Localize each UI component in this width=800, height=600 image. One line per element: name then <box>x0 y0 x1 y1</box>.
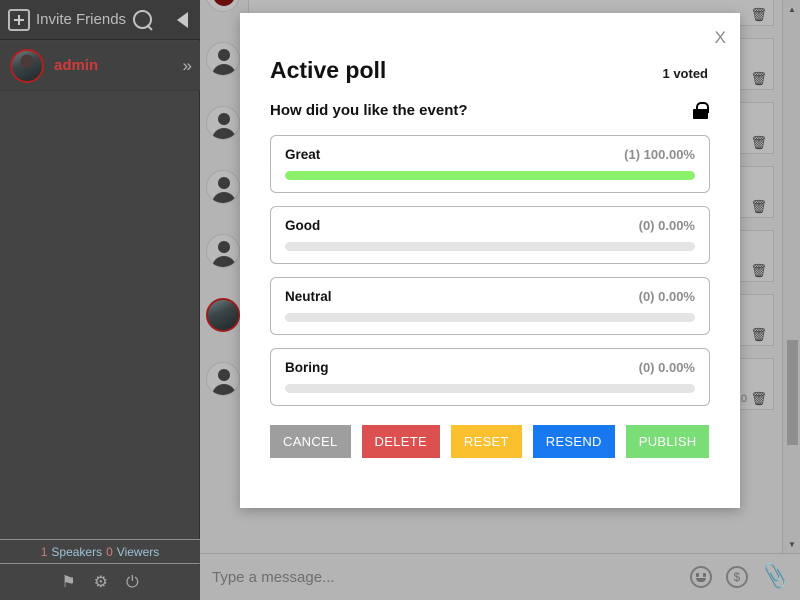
page-title: Active poll <box>270 57 386 84</box>
avatar <box>206 234 240 268</box>
poll-option-track <box>285 313 695 322</box>
power-icon[interactable]: ⏻ <box>126 575 139 591</box>
plus-square-icon[interactable] <box>8 9 30 31</box>
avatar <box>10 49 44 83</box>
poll-option-result: (1) 100.00% <box>624 147 695 162</box>
poll-option-track <box>285 171 695 180</box>
scrollbar[interactable]: ▲ ▼ <box>782 0 800 553</box>
dollar-circle-icon[interactable]: $ <box>726 566 748 588</box>
poll-option-track <box>285 384 695 393</box>
search-input[interactable] <box>212 569 676 586</box>
vote-count-badge: 1 voted <box>662 66 708 81</box>
user-name: admin <box>54 57 98 74</box>
dialog-titlebar: Active poll 1 voted <box>240 13 740 84</box>
poll-option[interactable]: Boring (0) 0.00% <box>270 348 710 406</box>
reset-button[interactable]: RESET <box>451 425 522 458</box>
avatar <box>206 298 240 332</box>
delete-button[interactable]: DELETE <box>362 425 440 458</box>
poll-option-label: Boring <box>285 360 329 375</box>
poll-options-list: Great (1) 100.00% Good (0) 0.00% Neu <box>240 119 740 406</box>
delete-message-icon[interactable]: 🗑 <box>750 7 767 23</box>
scroll-up-arrow-icon[interactable]: ▲ <box>783 0 800 18</box>
speakers-label: Speakers <box>51 545 102 559</box>
poll-question-row: How did you like the event? <box>240 84 740 119</box>
poll-option-result: (0) 0.00% <box>639 218 695 233</box>
gear-icon[interactable]: ⚙ <box>94 575 108 591</box>
viewers-label: Viewers <box>117 545 159 559</box>
speakers-count: 1 <box>41 545 48 559</box>
delete-message-icon[interactable]: 🗑 <box>750 199 767 215</box>
scrollbar-thumb[interactable] <box>787 340 798 445</box>
left-sidebar: Invite Friends admin » 1 Speakers 0 View… <box>0 0 200 600</box>
avatar <box>206 42 240 76</box>
avatar <box>206 362 240 396</box>
active-poll-dialog: X Active poll 1 voted How did you like t… <box>240 13 740 508</box>
delete-message-icon[interactable]: 🗑 <box>750 391 767 407</box>
poll-option-result: (0) 0.00% <box>639 360 695 375</box>
delete-message-icon[interactable]: 🗑 <box>750 135 767 151</box>
avatar <box>206 170 240 204</box>
list-item[interactable]: admin » <box>0 41 200 91</box>
poll-option-label: Great <box>285 147 320 162</box>
invite-friends-label[interactable]: Invite Friends <box>36 11 126 28</box>
poll-option[interactable]: Good (0) 0.00% <box>270 206 710 264</box>
publish-button[interactable]: PUBLISH <box>626 425 710 458</box>
expand-chevrons-icon[interactable]: » <box>183 56 190 76</box>
sidebar-header: Invite Friends <box>0 0 200 40</box>
delete-message-icon[interactable]: 🗑 <box>750 263 767 279</box>
delete-message-icon[interactable]: 🗑 <box>750 71 767 87</box>
poll-option[interactable]: Neutral (0) 0.00% <box>270 277 710 335</box>
poll-option-result: (0) 0.00% <box>639 289 695 304</box>
search-icon[interactable] <box>132 9 154 31</box>
viewers-count: 0 <box>106 545 113 559</box>
message-composer: $ 📎 <box>200 553 800 600</box>
user-list: admin » <box>0 41 200 539</box>
sidebar-footer: ⚑ ⚙ ⏻ <box>0 565 200 600</box>
poll-question: How did you like the event? <box>270 102 468 119</box>
avatar <box>206 106 240 140</box>
close-icon[interactable]: X <box>715 29 726 46</box>
resend-button[interactable]: RESEND <box>533 425 615 458</box>
dialog-action-bar: CANCEL DELETE RESET RESEND PUBLISH <box>240 419 740 458</box>
cancel-button[interactable]: CANCEL <box>270 425 351 458</box>
paperclip-icon[interactable]: 📎 <box>760 563 791 592</box>
scroll-down-arrow-icon[interactable]: ▼ <box>783 535 800 553</box>
smiley-icon[interactable] <box>690 566 712 588</box>
lock-closed-icon <box>693 102 708 119</box>
avatar <box>206 0 240 12</box>
app-window: Invite Friends admin » 1 Speakers 0 View… <box>0 0 800 600</box>
sidebar-stats: 1 Speakers 0 Viewers <box>0 539 200 564</box>
poll-option[interactable]: Great (1) 100.00% <box>270 135 710 193</box>
poll-option-track <box>285 242 695 251</box>
pin-icon[interactable]: ⚑ <box>61 575 75 591</box>
poll-option-fill <box>285 171 695 180</box>
collapse-left-arrow-icon[interactable] <box>177 12 188 28</box>
poll-option-label: Good <box>285 218 320 233</box>
delete-message-icon[interactable]: 🗑 <box>750 327 767 343</box>
poll-option-label: Neutral <box>285 289 332 304</box>
